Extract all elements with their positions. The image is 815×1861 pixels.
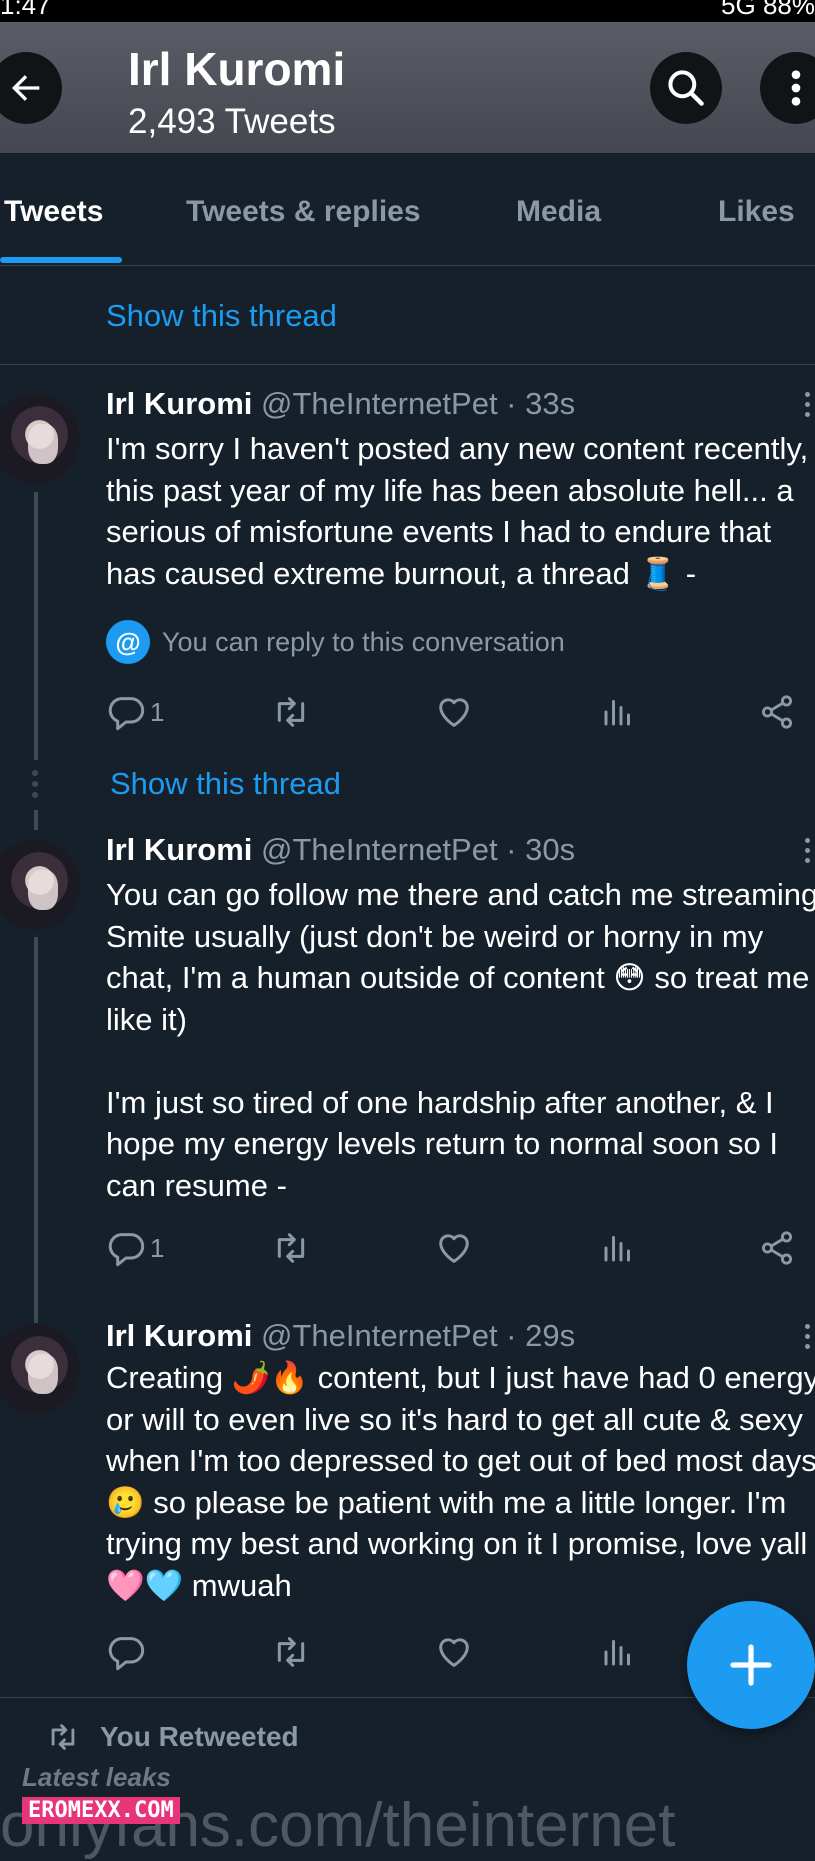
thread-line	[34, 492, 38, 760]
like-button[interactable]	[434, 690, 474, 734]
at-sign-icon: @	[106, 620, 150, 664]
author-handle: @TheInternetPet · 30s	[261, 832, 576, 867]
show-thread-link[interactable]: Show this thread	[110, 766, 341, 802]
views-button[interactable]	[600, 1630, 636, 1674]
share-icon	[761, 695, 793, 729]
reply-icon	[108, 697, 145, 731]
author-name[interactable]: Irl Kuromi	[106, 832, 252, 867]
reply-count: 1	[150, 696, 165, 727]
like-button[interactable]	[434, 1226, 474, 1270]
retweet-button[interactable]	[270, 1226, 312, 1270]
reply-button[interactable]	[106, 1630, 150, 1674]
divider	[0, 1697, 815, 1698]
share-button[interactable]	[758, 690, 796, 734]
tab-tweets-and-replies[interactable]: Tweets & replies	[186, 195, 421, 229]
tweet-actions: 1	[106, 1226, 806, 1276]
tweet-more-icon[interactable]	[805, 1324, 811, 1354]
tweet-more-icon[interactable]	[805, 392, 811, 422]
avatar[interactable]	[0, 840, 80, 930]
views-button[interactable]	[600, 1226, 636, 1270]
profile-tabs: Tweets Tweets & replies Media Likes	[0, 153, 815, 266]
author-name[interactable]: Irl Kuromi	[106, 386, 252, 421]
thread-line	[34, 937, 38, 1323]
watermark-badge: EROMEXX.COM	[22, 1797, 180, 1824]
analytics-icon	[604, 1236, 630, 1262]
search-button[interactable]	[650, 52, 722, 124]
author-name[interactable]: Irl Kuromi	[106, 1318, 252, 1353]
more-vertical-icon	[791, 70, 801, 106]
retweet-button[interactable]	[270, 1630, 312, 1674]
heart-icon	[439, 1638, 469, 1667]
retweet-button[interactable]	[270, 690, 312, 734]
tweet-header: Irl Kuromi @TheInternetPet · 33s	[106, 386, 575, 422]
analytics-icon	[604, 1640, 630, 1666]
reply-icon	[108, 1233, 145, 1267]
more-button[interactable]	[760, 52, 815, 124]
status-time: 1:47	[0, 0, 51, 20]
compose-tweet-button[interactable]	[687, 1601, 815, 1729]
reply-notice-text: You can reply to this conversation	[162, 626, 565, 657]
analytics-icon	[604, 700, 630, 726]
status-bar: 1:47 5G 88%	[0, 0, 815, 22]
page-title: Irl Kuromi	[128, 43, 346, 95]
profile-header: Irl Kuromi 2,493 Tweets	[0, 22, 815, 153]
tab-likes[interactable]: Likes	[718, 195, 795, 229]
share-icon	[761, 1231, 793, 1265]
avatar[interactable]	[0, 394, 80, 484]
tweet-text: I'm sorry I haven't posted any new conte…	[106, 431, 809, 591]
tweet-text: You can go follow me there and catch me …	[106, 877, 815, 1203]
tweet-more-icon[interactable]	[805, 838, 811, 868]
retweet-icon	[277, 697, 305, 727]
heart-icon	[439, 1234, 469, 1263]
active-tab-indicator	[0, 257, 122, 263]
tweet-count: 2,493 Tweets	[128, 102, 336, 141]
watermark-text: Latest leaks	[22, 1762, 171, 1792]
tab-media[interactable]: Media	[516, 195, 601, 229]
search-icon	[668, 70, 704, 106]
retweet-icon	[277, 1233, 305, 1263]
reply-button[interactable]: 1	[106, 690, 164, 734]
thread-line	[34, 810, 38, 830]
reply-notice: @ You can reply to this conversation	[106, 620, 565, 664]
back-button[interactable]	[0, 52, 62, 124]
thread-dots	[32, 770, 38, 803]
tweet-actions: 1	[106, 690, 806, 740]
status-indicators: 5G 88%	[721, 0, 815, 20]
reply-count: 1	[150, 1232, 165, 1263]
author-handle: @TheInternetPet · 29s	[261, 1318, 576, 1353]
retweet-icon	[277, 1637, 305, 1667]
plus-icon	[730, 1644, 772, 1686]
avatar[interactable]	[0, 1324, 80, 1414]
author-handle: @TheInternetPet · 33s	[261, 386, 576, 421]
retweet-context: You Retweeted	[44, 1720, 299, 1754]
divider	[0, 364, 815, 365]
views-button[interactable]	[600, 690, 636, 734]
tweet-header: Irl Kuromi @TheInternetPet · 29s	[106, 1318, 575, 1354]
tweet-header: Irl Kuromi @TheInternetPet · 30s	[106, 832, 575, 868]
reply-button[interactable]: 1	[106, 1226, 164, 1270]
tab-tweets[interactable]: Tweets	[4, 195, 103, 229]
tweet-text: Creating 🌶️🔥 content, but I just have ha…	[106, 1360, 815, 1603]
share-button[interactable]	[758, 1226, 796, 1270]
reply-icon	[108, 1637, 145, 1671]
show-thread-link[interactable]: Show this thread	[106, 298, 337, 334]
arrow-left-icon	[12, 75, 40, 101]
heart-icon	[439, 698, 469, 727]
like-button[interactable]	[434, 1630, 474, 1674]
retweet-icon	[51, 1724, 75, 1750]
retweeted-label: You Retweeted	[100, 1721, 299, 1752]
